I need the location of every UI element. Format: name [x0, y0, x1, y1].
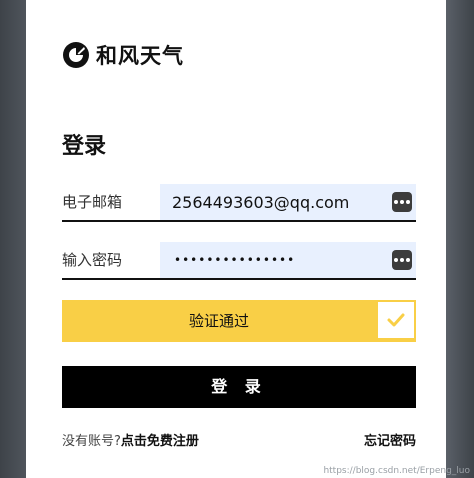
- hefeng-logo-icon: [63, 42, 89, 68]
- brand-logo: 和风天气: [62, 40, 184, 70]
- register-link[interactable]: 点击免费注册: [121, 434, 199, 449]
- background-right: [446, 0, 474, 478]
- captcha-verify-bar[interactable]: 验证通过: [62, 300, 416, 342]
- no-account-text: 没有账号?: [62, 434, 121, 449]
- password-label: 输入密码: [62, 242, 160, 280]
- verify-status-label: 验证通过: [188, 312, 249, 330]
- watermark-text: https://blog.csdn.net/Erpeng_luo: [323, 466, 470, 476]
- email-field-container: [160, 184, 416, 222]
- autofill-key-icon[interactable]: [392, 250, 412, 270]
- email-row: 电子邮箱: [62, 184, 416, 222]
- password-row: 输入密码 •••••••••••••••: [62, 242, 416, 280]
- forgot-password-link[interactable]: 忘记密码: [364, 430, 416, 449]
- login-button[interactable]: 登 录: [62, 366, 416, 408]
- page-title: 登录: [62, 134, 107, 159]
- register-prompt: 没有账号?点击免费注册: [62, 430, 199, 449]
- checkmark-icon: [387, 313, 405, 327]
- background-left: [0, 0, 26, 478]
- verify-slider-handle[interactable]: [377, 301, 415, 339]
- login-panel: 和风天气 登录 电子邮箱 输入密码 ••••••••••••••• 验证通过: [26, 0, 446, 478]
- email-input[interactable]: [160, 184, 392, 220]
- brand-name: 和风天气: [96, 44, 184, 68]
- password-input-value[interactable]: •••••••••••••••: [174, 242, 295, 278]
- autofill-key-icon[interactable]: [392, 192, 412, 212]
- password-field[interactable]: •••••••••••••••: [160, 242, 416, 280]
- email-label: 电子邮箱: [62, 184, 160, 222]
